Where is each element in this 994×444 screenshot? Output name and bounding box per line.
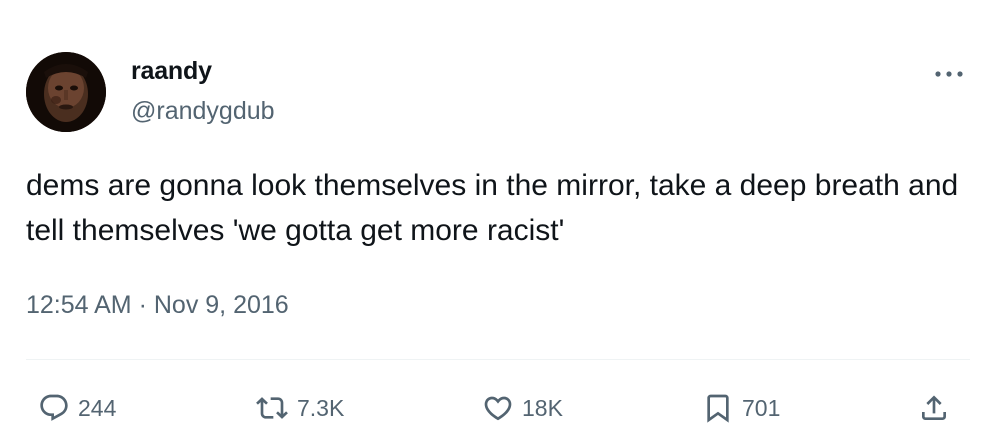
meta-separator: · (138, 291, 147, 319)
reply-button[interactable]: 244 (38, 388, 116, 428)
avatar[interactable] (26, 52, 106, 132)
retweet-icon (255, 392, 289, 424)
tweet-date: Nov 9, 2016 (153, 291, 289, 319)
more-icon[interactable] (932, 66, 966, 82)
heart-icon (482, 392, 514, 424)
like-count: 18K (522, 394, 563, 421)
retweet-button[interactable]: 7.3K (255, 388, 344, 428)
bookmark-count: 701 (742, 394, 781, 421)
share-icon (918, 392, 950, 424)
like-button[interactable]: 18K (482, 388, 563, 428)
user-handle[interactable]: @randygdub (131, 95, 275, 127)
reply-icon (38, 392, 70, 424)
retweet-count: 7.3K (297, 394, 345, 421)
share-button[interactable] (918, 388, 950, 428)
tweet-timestamp[interactable]: 12:54 AM · Nov 9, 2016 (26, 287, 289, 323)
tweet-card: raandy @randygdub dems are gonna look th… (0, 0, 994, 444)
tweet-time: 12:54 AM (26, 291, 132, 319)
divider (26, 359, 970, 360)
avatar-image (26, 52, 106, 132)
tweet-text: dems are gonna look themselves in the mi… (26, 169, 959, 247)
bookmark-icon (702, 391, 734, 425)
bookmark-button[interactable]: 701 (702, 388, 780, 428)
reply-count: 244 (78, 394, 117, 421)
display-name[interactable]: raandy (131, 55, 212, 87)
